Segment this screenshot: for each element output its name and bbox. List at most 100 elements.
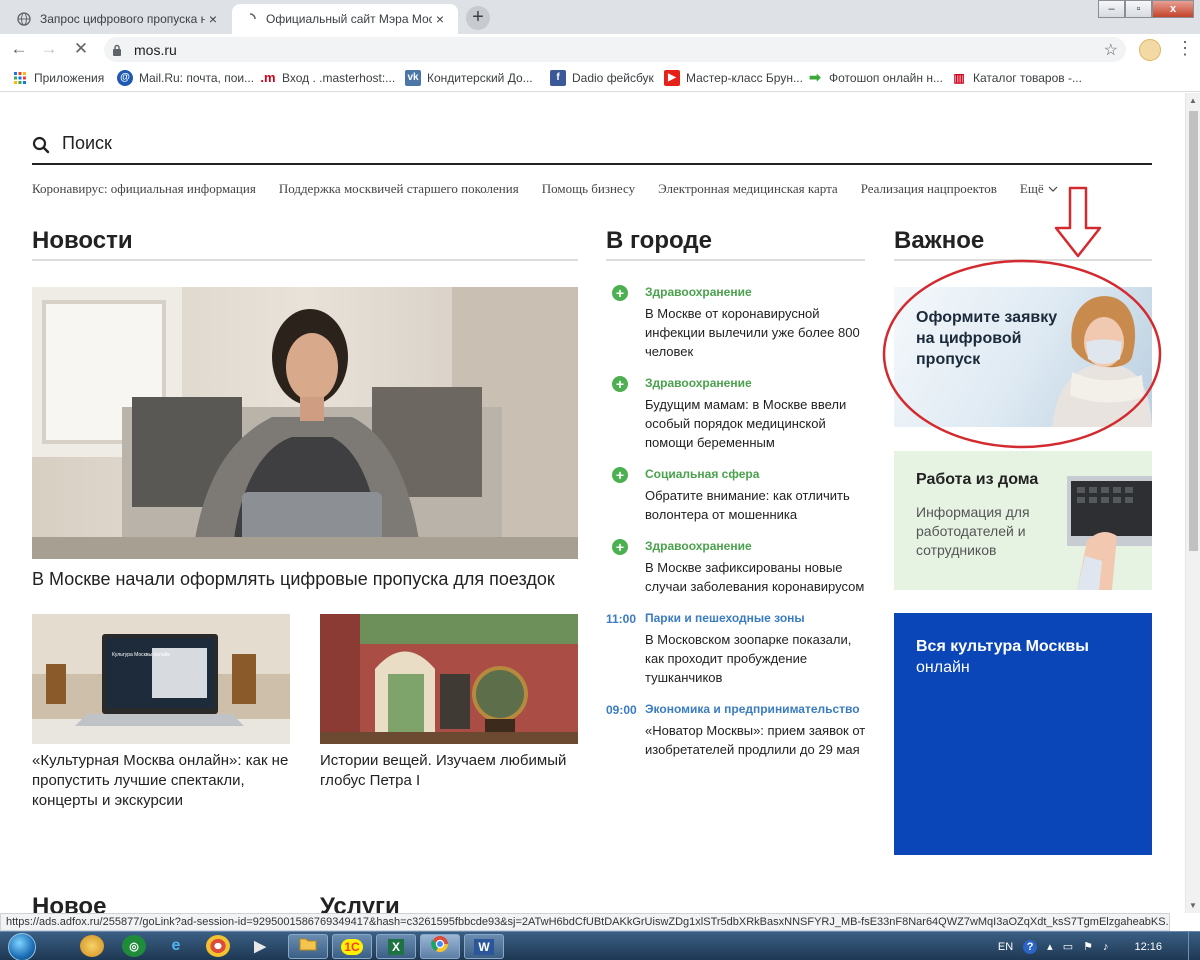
internet-explorer-icon[interactable]: e — [164, 935, 188, 957]
flag-icon[interactable]: ⚑ — [1083, 940, 1093, 953]
list-item[interactable]: 11:00 Парки и пешеходные зоны В Московск… — [606, 611, 868, 687]
news-time: 09:00 — [606, 703, 637, 717]
list-item[interactable]: 09:00 Экономика и предпринимательство «Н… — [606, 702, 868, 759]
nav-medical-card[interactable]: Электронная медицинская карта — [658, 181, 838, 197]
bookmark-youtube[interactable]: ▶ Мастер-класс Брун... — [664, 69, 807, 86]
news-category[interactable]: Экономика и предпринимательство — [645, 702, 868, 716]
bookmark-vk[interactable]: vk Кондитерский До... — [405, 69, 550, 86]
taskbar-clock[interactable]: 12:16 — [1134, 941, 1162, 953]
news-category[interactable]: Здравоохранение — [645, 285, 868, 299]
bookmark-label: Каталог товаров -... — [973, 70, 1082, 85]
close-tab-icon[interactable]: × — [205, 11, 221, 27]
services-section-heading: Услуги — [320, 893, 400, 913]
list-item[interactable]: + Социальная сфера Обратите внимание: ка… — [606, 467, 868, 524]
bookmark-catalog[interactable]: ▥ Каталог товаров -... — [951, 70, 1082, 86]
window-close-icon[interactable]: x — [1152, 0, 1194, 18]
media-icon[interactable]: ▶ — [248, 935, 272, 957]
culture-online-banner[interactable]: Вся культура Москвы онлайн — [894, 613, 1152, 855]
search-input[interactable] — [62, 133, 662, 154]
windows-start-icon[interactable] — [8, 933, 36, 960]
bookmark-masterhost[interactable]: .m Вход . .masterhost:... — [260, 70, 405, 86]
culture-online-subtitle: онлайн — [916, 659, 970, 676]
bookmark-label: Фотошоп онлайн н... — [829, 70, 943, 85]
stop-loading-icon[interactable]: ✕ — [70, 38, 92, 60]
city-heading: В городе — [606, 227, 865, 261]
help-icon[interactable]: ? — [1023, 939, 1038, 954]
nav-more[interactable]: Ещё — [1020, 181, 1058, 197]
explorer-taskbar-button[interactable] — [288, 934, 328, 959]
show-desktop-button[interactable] — [1188, 932, 1200, 960]
news-category[interactable]: Социальная сфера — [645, 467, 868, 481]
work-from-home-subtitle: Информация для работодателей и сотрудник… — [916, 504, 1030, 558]
windows-taskbar: ◎ e ▶ 1С X W EN ? ▴ ▭ ⚑ ♪ 12:16 — [0, 931, 1200, 960]
news-text[interactable]: Будущим мамам: в Москве ввели особый пор… — [645, 395, 868, 452]
globe-news-image[interactable] — [320, 614, 578, 744]
maximize-icon[interactable]: ▫ — [1125, 0, 1152, 18]
green-app-icon[interactable]: ◎ — [122, 935, 146, 957]
globe-news-caption[interactable]: Истории вещей. Изучаем любимый глобус Пе… — [320, 751, 582, 791]
bookmark-label: Dadio фейсбук — [572, 70, 654, 85]
nav-elderly-support[interactable]: Поддержка москвичей старшего поколения — [279, 181, 519, 197]
chrome-taskbar-icon[interactable] — [206, 935, 230, 957]
address-bar[interactable]: mos.ru ☆ — [104, 37, 1126, 62]
chevron-up-icon[interactable]: ▴ — [1047, 940, 1053, 953]
list-item[interactable]: + Здравоохранение В Москве зафиксированы… — [606, 539, 868, 596]
culture-news-image[interactable]: Культура Москвы онлайн — [32, 614, 290, 744]
list-item[interactable]: + Здравоохранение Будущим мамам: в Москв… — [606, 376, 868, 452]
news-category[interactable]: Парки и пешеходные зоны — [645, 611, 868, 625]
1c-taskbar-button[interactable]: 1С — [332, 934, 372, 959]
nav-coronavirus[interactable]: Коронавирус: официальная информация — [32, 181, 256, 197]
nav-business-help[interactable]: Помощь бизнесу — [542, 181, 635, 197]
tab-mos-ru[interactable]: Официальный сайт Мэра Моск × — [232, 4, 458, 34]
list-item[interactable]: + Здравоохранение В Москве от коронавиру… — [606, 285, 868, 361]
bookmark-mailru[interactable]: @ Mail.Ru: почта, пои... — [117, 69, 260, 86]
top-navigation: Коронавирус: официальная информация Подд… — [32, 181, 1081, 197]
forward-arrow-icon[interactable]: → — [38, 38, 60, 60]
word-icon: W — [474, 938, 494, 955]
system-tray: EN ? ▴ ▭ ⚑ ♪ 12:16 — [998, 932, 1200, 960]
scroll-down-icon[interactable]: ▼ — [1189, 901, 1197, 910]
scrollbar-thumb[interactable] — [1189, 111, 1198, 551]
news-text[interactable]: «Новатор Москвы»: прием заявок от изобре… — [645, 721, 868, 759]
new-section-heading: Новое — [32, 893, 107, 913]
bookmark-facebook[interactable]: f Dadio фейсбук — [550, 69, 664, 86]
bookmark-photoshop[interactable]: ➡ Фотошоп онлайн н... — [807, 69, 951, 86]
news-text[interactable]: В Москве зафиксированы новые случаи забо… — [645, 558, 868, 596]
main-news-image[interactable] — [32, 287, 578, 559]
nav-national-projects[interactable]: Реализация нацпроектов — [861, 181, 997, 197]
news-text[interactable]: Обратите внимание: как отличить волонтер… — [645, 486, 868, 524]
back-arrow-icon[interactable]: ← — [8, 38, 30, 60]
minimize-icon[interactable]: – — [1098, 0, 1125, 18]
main-news-headline[interactable]: В Москве начали оформлять цифровые пропу… — [32, 569, 592, 590]
word-taskbar-button[interactable]: W — [464, 934, 504, 959]
news-category[interactable]: Здравоохранение — [645, 539, 868, 553]
close-tab-icon[interactable]: × — [432, 11, 448, 27]
culture-news-caption[interactable]: «Культурная Москва онлайн»: как не пропу… — [32, 751, 294, 811]
youtube-icon: ▶ — [664, 69, 680, 86]
language-indicator[interactable]: EN — [998, 941, 1013, 953]
digital-pass-banner[interactable]: Оформите заявку на цифровой пропуск — [894, 287, 1152, 427]
chrome-menu-icon[interactable]: ⋮ — [1176, 37, 1194, 59]
media-player-icon[interactable] — [80, 935, 104, 957]
facebook-icon: f — [550, 69, 566, 86]
bookmark-apps[interactable]: Приложения — [12, 70, 117, 86]
plus-icon: + — [612, 285, 628, 301]
volume-icon[interactable]: ♪ — [1103, 941, 1109, 953]
search-icon[interactable] — [32, 136, 50, 159]
tab-digital-pass-request[interactable]: Запрос цифрового пропуска на × — [6, 4, 231, 34]
page-scrollbar[interactable]: ▲ ▼ — [1185, 93, 1200, 913]
news-category[interactable]: Здравоохранение — [645, 376, 868, 390]
work-from-home-banner[interactable]: Работа из дома Информация для работодате… — [894, 451, 1152, 590]
window-controls: – ▫ x — [1098, 0, 1194, 18]
new-tab-button[interactable]: + — [466, 6, 490, 30]
scroll-up-icon[interactable]: ▲ — [1189, 96, 1197, 105]
bookmark-star-icon[interactable]: ☆ — [1104, 40, 1118, 60]
news-text[interactable]: В Московском зоопарке показали, как прох… — [645, 630, 868, 687]
arrow-bookmark-icon: ➡ — [809, 69, 821, 85]
profile-avatar[interactable] — [1139, 39, 1161, 61]
tab-strip: Запрос цифрового пропуска на × Официальн… — [0, 0, 1200, 34]
chrome-active-taskbar-button[interactable] — [420, 934, 460, 959]
excel-taskbar-button[interactable]: X — [376, 934, 416, 959]
network-icon[interactable]: ▭ — [1063, 940, 1073, 953]
news-text[interactable]: В Москве от коронавирусной инфекции выле… — [645, 304, 868, 361]
